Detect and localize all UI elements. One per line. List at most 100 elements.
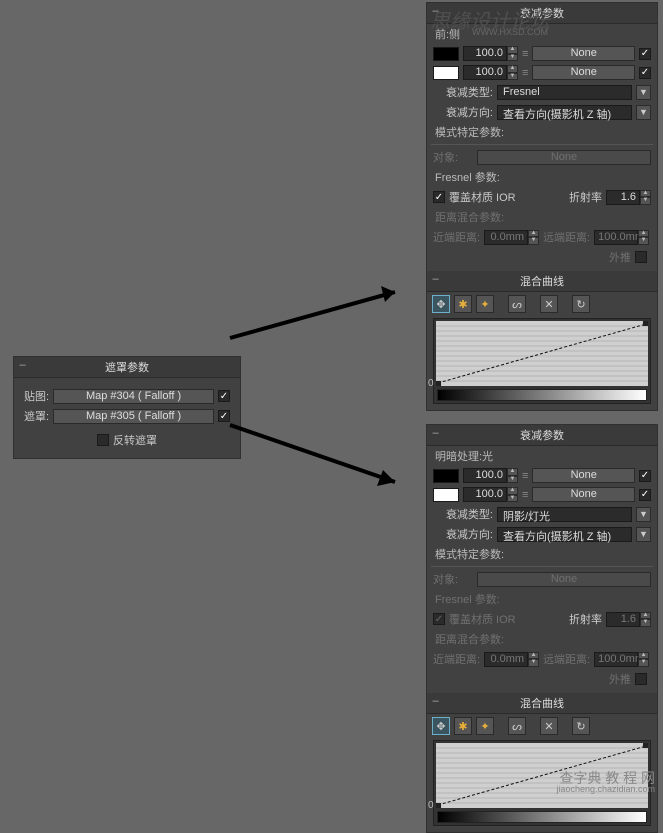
add-point-icon[interactable]: ✦ (476, 295, 494, 313)
front-side-label-b: 明暗处理:光 (427, 446, 657, 466)
ior-spinner[interactable]: 1.6 ▲▼ (606, 190, 651, 205)
falloff-type-label-b: 衰减类型: (433, 506, 493, 522)
near-label-b: 近端距离: (433, 651, 480, 667)
collapse-icon[interactable]: – (430, 695, 441, 706)
mask-enable-checkbox[interactable]: ✓ (218, 410, 230, 422)
amount-2-spinner[interactable]: 100.0 ▲▼ (463, 65, 518, 80)
extrap-checkbox-b (635, 673, 647, 685)
arrow-bottom-icon (225, 420, 415, 500)
curve-toolbar: ✥ ✱ ✦ ᔕ ✕ ↻ (427, 292, 657, 316)
swap-icon[interactable]: ≡ (522, 67, 528, 79)
invert-mask-label: 反转遮罩 (113, 432, 157, 448)
override-ior-checkbox-b: ✓ (433, 613, 445, 625)
falloff-bottom-header[interactable]: – 衰减参数 (427, 425, 657, 446)
map-1-checkbox-b[interactable]: ✓ (639, 470, 651, 482)
curve-title: 混合曲线 (520, 276, 564, 288)
falloff-bottom-title: 衰减参数 (520, 430, 564, 442)
spinner-arrow-icon: ≡ (522, 470, 528, 482)
falloff-dir-dropdown-b[interactable]: 查看方向(摄影机 Z 轴) (497, 527, 632, 542)
color-swatch-1-b[interactable] (433, 469, 459, 483)
reset-icon[interactable]: ↻ (572, 295, 590, 313)
falloff-type-dropdown-b[interactable]: 阴影/灯光 (497, 507, 632, 522)
map-2-button[interactable]: None (532, 65, 635, 80)
map-1-button[interactable]: None (532, 46, 635, 61)
axis-zero-b: 0 (428, 800, 434, 811)
dist-section-label: 距离混合参数: (427, 207, 657, 227)
far-spinner-b: 100.0mm ▲▼ (594, 652, 649, 667)
delete-icon[interactable]: ✕ (540, 717, 558, 735)
curve-title-b: 混合曲线 (520, 698, 564, 710)
object-label-b: 对象: (433, 571, 473, 587)
move-tool-icon[interactable]: ✥ (432, 717, 450, 735)
near-spinner: 0.0mm ▲▼ (484, 230, 539, 245)
ior-label-b: 折射率 (569, 611, 602, 627)
falloff-dir-dropdown[interactable]: 查看方向(摄影机 Z 轴) (497, 105, 632, 120)
map-1-button-b[interactable]: None (532, 468, 635, 483)
collapse-icon[interactable]: – (17, 359, 28, 370)
ior-spinner-b: 1.6 ▲▼ (606, 612, 651, 627)
override-ior-checkbox[interactable]: ✓ (433, 191, 445, 203)
map-2-button-b[interactable]: None (532, 487, 635, 502)
map-slot-button[interactable]: Map #304 ( Falloff ) (53, 389, 214, 404)
reset-icon[interactable]: ↻ (572, 717, 590, 735)
dist-section-label-b: 距离混合参数: (427, 629, 657, 649)
falloff-dir-label: 衰减方向: (433, 104, 493, 120)
color-swatch-1[interactable] (433, 47, 459, 61)
move-tool-icon[interactable]: ✥ (432, 295, 450, 313)
falloff-type-label: 衰减类型: (433, 84, 493, 100)
near-label: 近端距离: (433, 229, 480, 245)
color-swatch-2-b[interactable] (433, 488, 459, 502)
far-spinner: 100.0mm ▲▼ (594, 230, 649, 245)
object-button-b: None (477, 572, 651, 587)
mode-section-label-b: 模式特定参数: (427, 544, 657, 564)
invert-mask-checkbox[interactable] (97, 434, 109, 446)
extrap-checkbox (635, 251, 647, 263)
dropdown-arrow-icon[interactable]: ▼ (636, 105, 651, 120)
add-point-icon[interactable]: ✦ (476, 717, 494, 735)
swap-icon[interactable]: ≡ (522, 489, 528, 501)
scale-tool-icon[interactable]: ✱ (454, 717, 472, 735)
curve-editor[interactable]: 0 (433, 318, 651, 404)
axis-zero: 0 (428, 378, 434, 389)
falloff-top-panel: – 衰减参数 前:侧 100.0 ▲▼ ≡ None ✓ 100.0 ▲▼ ≡ … (426, 2, 658, 411)
amount-2-spinner-b[interactable]: 100.0 ▲▼ (463, 487, 518, 502)
curve-header-b[interactable]: – 混合曲线 (427, 693, 657, 714)
map-1-checkbox[interactable]: ✓ (639, 48, 651, 60)
mask-params-panel: – 遮罩参数 贴图: Map #304 ( Falloff ) ✓ 遮罩: Ma… (13, 356, 241, 459)
map-enable-checkbox[interactable]: ✓ (218, 390, 230, 402)
override-ior-label-b: 覆盖材质 IOR (449, 611, 516, 627)
collapse-icon[interactable]: – (430, 427, 441, 438)
object-button: None (477, 150, 651, 165)
watermark-footer: 查字典 教 程 网 jiaocheng.chazidian.com (559, 768, 655, 788)
color-swatch-2[interactable] (433, 66, 459, 80)
mask-slot-button[interactable]: Map #305 ( Falloff ) (53, 409, 214, 424)
arrow-top-icon (225, 280, 415, 345)
curve-header[interactable]: – 混合曲线 (427, 271, 657, 292)
extrap-label: 外推 (609, 249, 631, 265)
delete-icon[interactable]: ✕ (540, 295, 558, 313)
amount-1-spinner-b[interactable]: 100.0 ▲▼ (463, 468, 518, 483)
dropdown-arrow-icon[interactable]: ▼ (636, 527, 651, 542)
mask-panel-title: 遮罩参数 (105, 362, 149, 374)
scale-tool-icon[interactable]: ✱ (454, 295, 472, 313)
fresnel-section-label-b: Fresnel 参数: (427, 589, 657, 609)
snap-icon[interactable]: ᔕ (508, 295, 526, 313)
extrap-label-b: 外推 (609, 671, 631, 687)
map-2-checkbox[interactable]: ✓ (639, 67, 651, 79)
falloff-type-dropdown[interactable]: Fresnel (497, 85, 632, 100)
watermark-logo: 思缘设计论坛 WWW.HXSD.COM (430, 5, 550, 34)
map-2-checkbox-b[interactable]: ✓ (639, 489, 651, 501)
dropdown-arrow-icon[interactable]: ▼ (636, 507, 651, 522)
curve-toolbar-b: ✥ ✱ ✦ ᔕ ✕ ↻ (427, 714, 657, 738)
mask-panel-header[interactable]: – 遮罩参数 (14, 357, 240, 378)
dropdown-arrow-icon[interactable]: ▼ (636, 85, 651, 100)
far-label-b: 远端距离: (543, 651, 590, 667)
gradient-bar (437, 389, 647, 401)
ior-label: 折射率 (569, 189, 602, 205)
spinner-arrow-icon: ≡ (522, 48, 528, 60)
snap-icon[interactable]: ᔕ (508, 717, 526, 735)
collapse-icon[interactable]: – (430, 273, 441, 284)
far-label: 远端距离: (543, 229, 590, 245)
falloff-dir-label-b: 衰减方向: (433, 526, 493, 542)
amount-1-spinner[interactable]: 100.0 ▲▼ (463, 46, 518, 61)
